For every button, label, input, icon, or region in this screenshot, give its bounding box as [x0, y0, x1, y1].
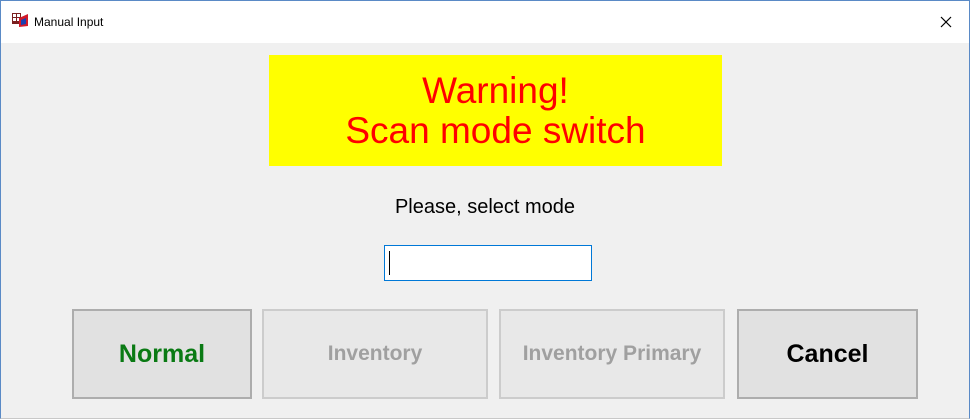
normal-button[interactable]: Normal [72, 309, 252, 399]
manual-input-dialog: Manual Input Warning! Scan mode switch P… [0, 0, 970, 419]
app-icon [12, 12, 29, 28]
title-bar[interactable]: Manual Input [1, 1, 969, 43]
select-mode-prompt: Please, select mode [394, 196, 576, 218]
close-icon [940, 16, 952, 28]
cancel-button[interactable]: Cancel [737, 309, 918, 399]
mode-input[interactable] [384, 245, 592, 281]
text-caret [389, 251, 390, 275]
warning-message: Scan mode switch [345, 109, 646, 151]
inventory-primary-button[interactable]: Inventory Primary [499, 309, 725, 399]
dialog-body: Warning! Scan mode switch Please, select… [1, 43, 969, 418]
warning-banner: Warning! Scan mode switch [269, 55, 722, 166]
window-title: Manual Input [34, 15, 104, 29]
close-button[interactable] [923, 1, 969, 43]
inventory-button[interactable]: Inventory [262, 309, 488, 399]
warning-title: Warning! [422, 69, 569, 111]
